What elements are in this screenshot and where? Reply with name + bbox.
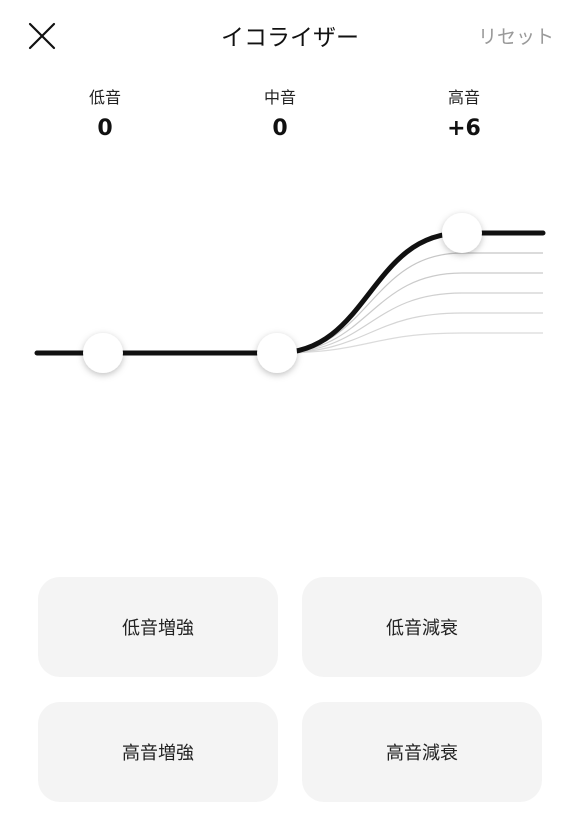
preset-treble-boost-button[interactable]: 高音増強 xyxy=(38,702,278,802)
preset-bass-reduce-button[interactable]: 低音減衰 xyxy=(302,577,542,677)
preset-treble-reduce-button[interactable]: 高音減衰 xyxy=(302,702,542,802)
band-bass: 低音 0 xyxy=(45,88,165,142)
eq-knob-mid[interactable] xyxy=(257,333,297,373)
eq-graph[interactable] xyxy=(0,150,580,530)
band-mid-label: 中音 xyxy=(263,88,296,107)
band-treble-label: 高音 xyxy=(447,88,480,107)
preset-bass-boost-button[interactable]: 低音増強 xyxy=(38,577,278,677)
band-mid-value: 0 xyxy=(272,116,288,141)
band-treble: 高音 +6 xyxy=(404,88,524,142)
band-mid: 中音 0 xyxy=(220,88,340,142)
band-bass-value: 0 xyxy=(97,116,113,141)
header: イコライザー リセット xyxy=(0,0,580,72)
reset-button[interactable]: リセット xyxy=(478,22,554,49)
band-treble-value: +6 xyxy=(447,116,481,141)
band-bass-label: 低音 xyxy=(88,88,121,107)
close-button[interactable] xyxy=(22,16,62,56)
eq-knob-treble[interactable] xyxy=(442,213,482,253)
eq-knob-bass[interactable] xyxy=(83,333,123,373)
close-icon xyxy=(28,22,56,50)
